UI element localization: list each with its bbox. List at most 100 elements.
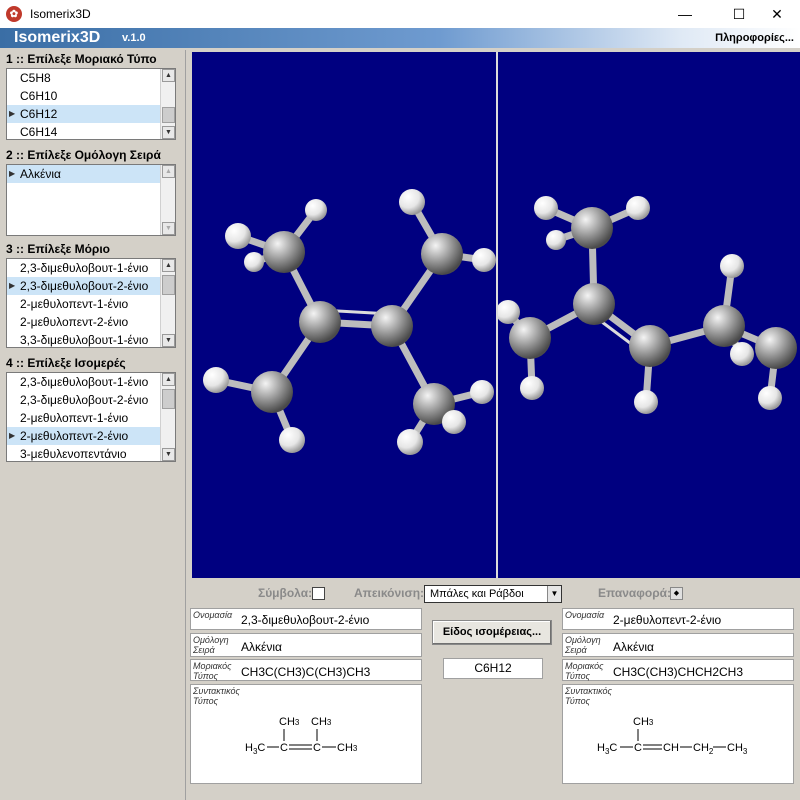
molecule-scrollbar[interactable]: ▲ ▼	[160, 259, 175, 347]
symbols-label: Σύμβολα:	[258, 586, 313, 600]
list-item[interactable]: ▶ Αλκένια	[7, 165, 175, 183]
list-item[interactable]: ▶ 2-μεθυλοπεντ-2-ένιο	[7, 427, 175, 445]
list-item[interactable]: 3,3-διμεθυλοβουτ-1-ένιο	[7, 331, 175, 347]
formula-list: C5H8 C6H10 ▶ C6H12 C6H14	[7, 69, 175, 139]
isomer-scrollbar[interactable]: ▲ ▼	[160, 373, 175, 461]
window-title: Isomerix3D	[30, 7, 91, 21]
window-titlebar: ✿ Isomerix3D — ☐ ✕	[0, 0, 800, 28]
left-structural-field: Συντακτικός Τύπος CH3 CH3 H3C C C CH3	[190, 684, 422, 784]
scroll-thumb[interactable]	[162, 107, 175, 123]
list-item-label: C6H12	[20, 107, 58, 121]
left-series-value: Αλκένια	[241, 640, 282, 654]
scroll-down-icon[interactable]: ▼	[162, 222, 175, 235]
scroll-thumb[interactable]	[162, 389, 175, 409]
list-item-label: C5H8	[20, 71, 51, 85]
list-item-label: C6H14	[20, 125, 58, 139]
series-list: ▶ Αλκένια	[7, 165, 175, 183]
svg-text:C: C	[280, 742, 288, 754]
step1-title: 1 :: Επίλεξε Μοριακό Τύπο	[6, 52, 157, 66]
reset-label: Επαναφορά:	[598, 586, 671, 600]
scroll-up-icon[interactable]: ▲	[162, 69, 175, 82]
svg-text:CH2: CH2	[693, 742, 714, 756]
display-controls: Σύμβολα: Απεικόνιση: Μπάλες και Ράβδοι ▼…	[186, 580, 800, 604]
list-item[interactable]: C6H10	[7, 87, 175, 105]
scroll-thumb[interactable]	[162, 275, 175, 295]
right-structural-formula: CH3 H3C C CH CH2 CH3	[597, 716, 748, 756]
app-version: v.1.0	[122, 32, 146, 44]
molecule-3d-viewer[interactable]	[192, 52, 800, 578]
series-listbox[interactable]: ▶ Αλκένια ▲ ▼	[6, 164, 176, 236]
right-structural-field: Συντακτικός Τύπος CH3 H3C C CH CH2 CH3	[562, 684, 794, 784]
step2-title: 2 :: Επίλεξε Ομόλογη Σειρά	[6, 148, 161, 162]
right-name-value: 2-μεθυλοπεντ-2-ένιο	[613, 613, 722, 627]
formula-scrollbar[interactable]: ▲ ▼	[160, 69, 175, 139]
list-item-label: 3,3-διμεθυλοβουτ-1-ένιο	[20, 333, 149, 347]
list-item[interactable]: ▶ 2,3-διμεθυλοβουτ-2-ένιο	[7, 277, 175, 295]
isomerism-type-button[interactable]: Είδος ισομέρειας...	[432, 620, 552, 645]
viewer-divider	[496, 52, 498, 578]
formula-label: Μοριακός Τύπος	[193, 661, 232, 681]
left-formula-field: Μοριακός Τύπος CH3C(CH3)C(CH3)CH3	[190, 659, 422, 681]
list-item[interactable]: 2,3-διμεθυλοβουτ-2-ένιο	[7, 391, 175, 409]
selection-panel: 1 :: Επίλεξε Μοριακό Τύπο C5H8C6H10▶ C6H1…	[0, 50, 186, 800]
chevron-down-icon[interactable]: ▼	[547, 586, 561, 602]
scroll-up-icon[interactable]: ▲	[162, 259, 175, 272]
scroll-up-icon[interactable]: ▲	[162, 165, 175, 178]
svg-text:CH3: CH3	[337, 742, 358, 754]
display-mode-value: Μπάλες και Ράβδοι	[430, 588, 524, 600]
info-link[interactable]: Πληροφορίες...	[715, 32, 794, 44]
list-item-label: Αλκένια	[20, 167, 61, 181]
list-item-label: 2,3-διμεθυλοβουτ-1-ένιο	[20, 375, 149, 389]
display-mode-label: Απεικόνιση:	[354, 586, 425, 600]
isomer-listbox[interactable]: 2,3-διμεθυλοβουτ-1-ένιο 2,3-διμεθυλοβουτ-…	[6, 372, 176, 462]
app-name: Isomerix3D	[14, 29, 101, 46]
list-item-label: 2,3-διμεθυλοβουτ-2-ένιο	[20, 279, 149, 293]
svg-text:H3C: H3C	[597, 742, 617, 756]
step3-title: 3 :: Επίλεξε Μόριο	[6, 242, 111, 256]
list-item-label: C6H10	[20, 89, 58, 103]
list-item[interactable]: C6H14	[7, 123, 175, 139]
reset-button[interactable]: ◆	[670, 587, 683, 600]
list-item[interactable]: C5H8	[7, 69, 175, 87]
right-formula-field: Μοριακός Τύπος CH3C(CH3)CHCH2CH3	[562, 659, 794, 681]
left-name-field: Ονομασία 2,3-διμεθυλοβουτ-2-ένιο	[190, 608, 422, 630]
left-molecule-model	[203, 189, 496, 455]
app-banner: Isomerix3D v.1.0 Πληροφορίες...	[0, 28, 800, 48]
list-item-label: 2-μεθυλοπεντ-1-ένιο	[20, 297, 129, 311]
svg-text:H3C: H3C	[245, 742, 265, 756]
formula-listbox[interactable]: C5H8 C6H10 ▶ C6H12 C6H14 ▲ ▼	[6, 68, 176, 140]
list-item[interactable]: 2-μεθυλοπεντ-1-ένιο	[7, 409, 175, 427]
list-item[interactable]: 3-μεθυλενοπεντάνιο	[7, 445, 175, 461]
svg-text:CH3: CH3	[727, 742, 748, 756]
svg-text:CH3: CH3	[311, 716, 332, 728]
display-mode-select[interactable]: Μπάλες και Ράβδοι ▼	[424, 585, 562, 603]
scroll-down-icon[interactable]: ▼	[162, 448, 175, 461]
series-label: Ομόλογη Σειρά	[565, 635, 601, 655]
scroll-down-icon[interactable]: ▼	[162, 126, 175, 139]
series-scrollbar[interactable]: ▲ ▼	[160, 165, 175, 235]
right-series-field: Ομόλογη Σειρά Αλκένια	[562, 633, 794, 657]
minimize-button[interactable]: —	[662, 0, 708, 28]
molecular-formula-display: C6H12	[443, 658, 543, 679]
list-item[interactable]: 2-μεθυλοπεντ-2-ένιο	[7, 313, 175, 331]
close-button[interactable]: ✕	[754, 0, 800, 28]
list-item[interactable]: 2,3-διμεθυλοβουτ-1-ένιο	[7, 259, 175, 277]
list-item[interactable]: 2,3-διμεθυλοβουτ-1-ένιο	[7, 373, 175, 391]
right-name-field: Ονομασία 2-μεθυλοπεντ-2-ένιο	[562, 608, 794, 630]
isomer-list: 2,3-διμεθυλοβουτ-1-ένιο 2,3-διμεθυλοβουτ-…	[7, 373, 175, 461]
scroll-up-icon[interactable]: ▲	[162, 373, 175, 386]
name-label: Ονομασία	[565, 610, 605, 620]
left-series-field: Ομόλογη Σειρά Αλκένια	[190, 633, 422, 657]
list-item-label: 3-μεθυλενοπεντάνιο	[20, 447, 127, 461]
symbols-checkbox[interactable]	[312, 587, 325, 600]
list-item-label: 2,3-διμεθυλοβουτ-2-ένιο	[20, 393, 149, 407]
svg-text:C: C	[313, 742, 321, 754]
list-item-label: 2-μεθυλοπεντ-2-ένιο	[20, 429, 129, 443]
scroll-down-icon[interactable]: ▼	[162, 334, 175, 347]
list-item[interactable]: ▶ C6H12	[7, 105, 175, 123]
molecule-listbox[interactable]: 2,3-διμεθυλοβουτ-1-ένιο ▶ 2,3-διμεθυλοβουτ…	[6, 258, 176, 348]
name-label: Ονομασία	[193, 610, 233, 620]
step4-title: 4 :: Επίλεξε Ισομερές	[6, 356, 126, 370]
list-item[interactable]: 2-μεθυλοπεντ-1-ένιο	[7, 295, 175, 313]
molecule-list: 2,3-διμεθυλοβουτ-1-ένιο ▶ 2,3-διμεθυλοβουτ…	[7, 259, 175, 347]
